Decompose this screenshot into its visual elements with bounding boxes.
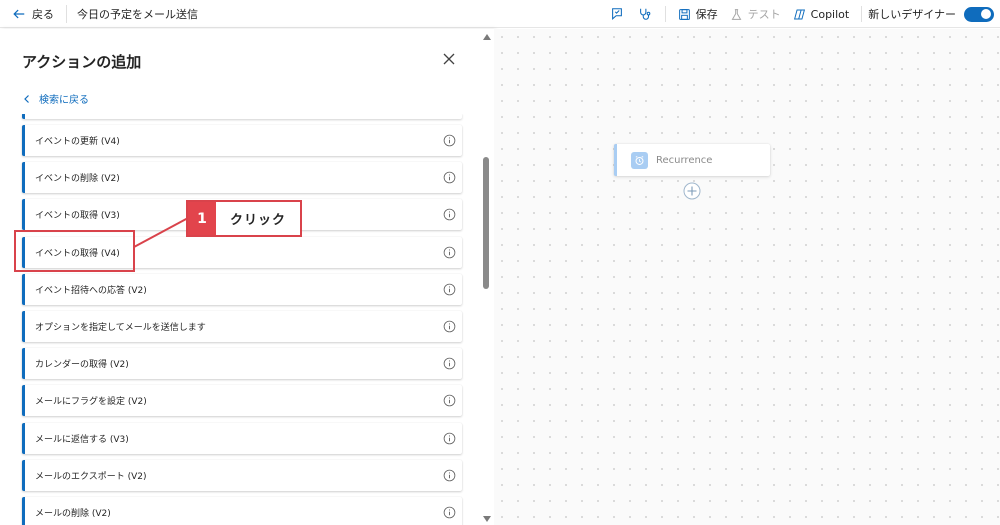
action-list-item[interactable]: イベントの更新 (V4) xyxy=(22,125,462,156)
save-button[interactable]: 保存 xyxy=(672,0,724,28)
info-icon[interactable] xyxy=(443,432,456,445)
stethoscope-icon xyxy=(639,8,650,20)
panel-scrollbar[interactable] xyxy=(480,29,492,525)
feedback-icon xyxy=(611,8,622,20)
annotation-step-text: クリック xyxy=(229,213,286,228)
back-button-label: 戻る xyxy=(32,7,54,21)
action-list-item[interactable]: メールの削除 (V2) xyxy=(22,496,462,525)
action-item-label: オプションを指定してメールを送信します xyxy=(35,322,206,333)
action-item-label: メールの削除 (V2) xyxy=(35,508,111,519)
toolbar-divider xyxy=(664,6,666,22)
action-item-label: メールに返信する (V3) xyxy=(35,434,129,445)
scrollbar-thumb[interactable] xyxy=(483,157,489,289)
trigger-label: Recurrence xyxy=(656,154,713,166)
action-list-item[interactable]: カレンダーの取得 (V2) xyxy=(22,348,462,380)
panel-title: アクションの追加 xyxy=(22,53,142,71)
flow-title: 今日の予定をメール送信 xyxy=(77,7,198,21)
save-button-label: 保存 xyxy=(695,8,718,21)
annotation-highlight-box xyxy=(14,230,135,272)
arrow-left-icon xyxy=(13,9,25,18)
info-icon[interactable] xyxy=(443,394,456,407)
save-icon xyxy=(678,8,690,20)
info-icon[interactable] xyxy=(443,283,456,296)
action-item-label: カレンダーの取得 (V2) xyxy=(35,360,129,371)
action-list-item[interactable] xyxy=(22,114,462,119)
feedback-button[interactable] xyxy=(603,0,631,28)
info-icon[interactable] xyxy=(443,469,456,482)
action-item-label: メールのエクスポート (V2) xyxy=(35,471,147,482)
back-to-search-link[interactable]: 検索に戻る xyxy=(22,91,89,106)
info-icon[interactable] xyxy=(443,134,456,147)
toolbar-divider xyxy=(861,6,863,22)
designer-canvas[interactable] xyxy=(494,29,1000,525)
alarm-clock-icon xyxy=(631,151,648,169)
flask-icon xyxy=(731,8,742,20)
back-button[interactable]: 戻る xyxy=(12,0,54,28)
copilot-button-label: Copilot xyxy=(810,7,850,21)
test-button[interactable]: テスト xyxy=(724,0,787,28)
action-list-item[interactable]: メールに返信する (V3) xyxy=(22,422,462,454)
close-icon[interactable] xyxy=(441,51,457,67)
back-to-search-label: 検索に戻る xyxy=(39,95,89,106)
info-icon[interactable] xyxy=(443,320,456,333)
info-icon[interactable] xyxy=(443,246,456,259)
annotation-step-number: 1 xyxy=(188,202,216,235)
copilot-button[interactable]: Copilot xyxy=(787,0,856,28)
action-list-item[interactable]: イベントの削除 (V2) xyxy=(22,162,462,194)
scroll-down-arrow-icon[interactable] xyxy=(483,516,491,522)
add-action-panel: アクションの追加 検索に戻る イベントの更新 (V4) イベントの削除 (V2) イ… xyxy=(0,29,494,525)
action-item-label: イベントの更新 (V4) xyxy=(35,137,120,147)
action-item-label: メールにフラグを設定 (V2) xyxy=(35,397,147,408)
action-item-label: イベントの取得 (V3) xyxy=(35,211,120,222)
new-designer-label: 新しいデザイナー xyxy=(868,8,956,21)
action-list-item[interactable]: オプションを指定してメールを送信します xyxy=(22,310,462,342)
add-step-plus-icon[interactable] xyxy=(683,182,701,200)
flow-checker-button[interactable] xyxy=(631,0,659,28)
info-icon[interactable] xyxy=(443,506,456,519)
action-list-item[interactable]: イベント招待への応答 (V2) xyxy=(22,273,462,305)
new-designer-toggle[interactable] xyxy=(964,6,994,22)
action-item-label: イベントの削除 (V2) xyxy=(35,174,120,185)
chevron-left-icon xyxy=(24,94,29,103)
action-item-label: イベント招待への応答 (V2) xyxy=(35,285,147,296)
copilot-icon xyxy=(793,9,805,19)
recurrence-trigger-card[interactable]: Recurrence xyxy=(614,144,770,176)
info-icon[interactable] xyxy=(443,171,456,184)
scroll-up-arrow-icon[interactable] xyxy=(483,34,491,40)
toolbar-divider xyxy=(66,4,67,23)
info-icon[interactable] xyxy=(443,357,456,370)
top-toolbar: 戻る 今日の予定をメール送信 保存 テスト Copilot 新しいデザイナー xyxy=(0,0,1000,28)
action-list-item[interactable]: メールのエクスポート (V2) xyxy=(22,459,462,491)
test-button-label: テスト xyxy=(747,8,781,21)
action-list-item[interactable]: メールにフラグを設定 (V2) xyxy=(22,385,462,417)
info-icon[interactable] xyxy=(443,208,456,221)
annotation-callout: 1 クリック xyxy=(186,200,302,237)
action-list: イベントの更新 (V4) イベントの削除 (V2) イベントの取得 (V3) イベント… xyxy=(0,114,478,525)
